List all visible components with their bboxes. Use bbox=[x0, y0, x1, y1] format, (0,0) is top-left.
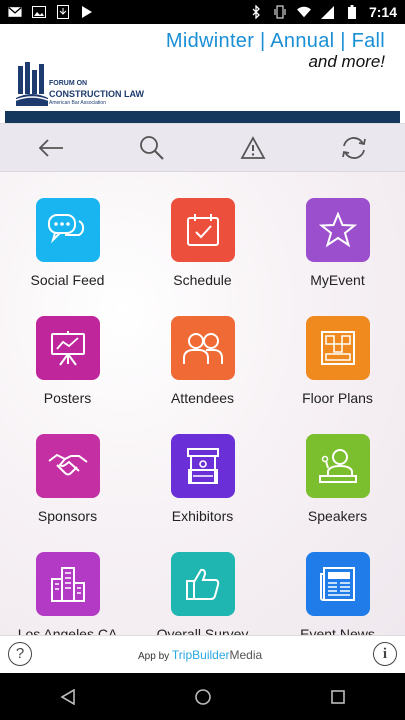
calendar-check-icon bbox=[186, 214, 219, 246]
home-circle-icon bbox=[194, 688, 211, 705]
wifi-icon bbox=[296, 5, 311, 19]
tile-schedule[interactable]: Schedule bbox=[135, 172, 270, 290]
tile-speakers[interactable]: Speakers bbox=[270, 408, 405, 526]
newspaper-icon bbox=[319, 567, 355, 601]
tile-posters[interactable]: Posters bbox=[0, 290, 135, 408]
tile-icon-bg bbox=[170, 552, 235, 616]
info-button[interactable]: i bbox=[373, 642, 397, 666]
star-icon bbox=[318, 212, 357, 248]
booth-icon bbox=[186, 448, 219, 484]
android-nav-bar bbox=[0, 673, 405, 720]
menu-grid: Social Feed Schedule MyEvent Posters Att… bbox=[0, 172, 405, 635]
nav-recents-button[interactable] bbox=[318, 677, 358, 717]
city-buildings-icon bbox=[50, 567, 85, 602]
tile-icon-bg bbox=[35, 434, 100, 498]
tile-icon-bg bbox=[305, 198, 370, 262]
tile-overall-survey[interactable]: Overall Survey bbox=[135, 526, 270, 635]
tile-label: Speakers bbox=[307, 508, 368, 524]
toolbar bbox=[0, 124, 405, 172]
footer: ? App by TripBuilderMedia i bbox=[0, 635, 405, 673]
tile-myevent[interactable]: MyEvent bbox=[270, 172, 405, 290]
speaker-icon bbox=[318, 449, 357, 483]
status-bar: 7:14 bbox=[0, 0, 405, 24]
brand-tripbuilder: TripBuilder bbox=[171, 648, 230, 662]
battery-icon bbox=[345, 5, 359, 19]
download-icon bbox=[56, 5, 70, 19]
refresh-button[interactable] bbox=[334, 128, 374, 168]
tile-label: Sponsors bbox=[37, 508, 98, 524]
help-button[interactable]: ? bbox=[8, 642, 32, 666]
tile-icon-bg bbox=[305, 434, 370, 498]
tile-los-angeles[interactable]: Los Angeles CA bbox=[0, 526, 135, 635]
tile-label: Posters bbox=[43, 390, 92, 406]
bluetooth-icon bbox=[249, 5, 263, 19]
logo-text-aba: American Bar Association bbox=[49, 100, 106, 106]
back-button[interactable] bbox=[31, 128, 71, 168]
alerts-button[interactable] bbox=[233, 128, 273, 168]
tile-icon-bg bbox=[35, 198, 100, 262]
tile-exhibitors[interactable]: Exhibitors bbox=[135, 408, 270, 526]
play-store-icon bbox=[80, 5, 94, 19]
tile-label: Attendees bbox=[170, 390, 235, 406]
floor-plan-icon bbox=[320, 331, 355, 365]
logo-text-construction-law: CONSTRUCTION LAW bbox=[49, 89, 144, 99]
search-icon bbox=[139, 135, 164, 160]
event-banner[interactable]: Midwinter | Annual | Fall and more! FORU… bbox=[0, 24, 405, 124]
alert-icon bbox=[240, 135, 266, 159]
search-button[interactable] bbox=[132, 128, 172, 168]
tile-social-feed[interactable]: Social Feed bbox=[0, 172, 135, 290]
vibrate-icon bbox=[273, 5, 287, 19]
tile-sponsors[interactable]: Sponsors bbox=[0, 408, 135, 526]
tile-icon-bg bbox=[170, 434, 235, 498]
banner-band bbox=[5, 111, 400, 123]
back-arrow-icon bbox=[38, 138, 63, 157]
nav-home-button[interactable] bbox=[183, 677, 223, 717]
image-icon bbox=[32, 5, 46, 19]
gmail-icon bbox=[8, 5, 22, 19]
tile-icon-bg bbox=[35, 552, 100, 616]
brand-media: Media bbox=[229, 648, 263, 662]
banner-subline: and more! bbox=[308, 52, 385, 71]
people-icon bbox=[182, 333, 223, 364]
tile-attendees[interactable]: Attendees bbox=[135, 290, 270, 408]
tile-icon-bg bbox=[170, 198, 235, 262]
tile-label: Event News bbox=[300, 626, 375, 635]
easel-chart-icon bbox=[50, 331, 85, 366]
tile-label: Floor Plans bbox=[302, 390, 373, 406]
banner-headline: Midwinter | Annual | Fall bbox=[165, 30, 385, 52]
app-by-credit[interactable]: App by TripBuilderMedia bbox=[138, 648, 262, 662]
nav-back-button[interactable] bbox=[48, 677, 88, 717]
logo-text-forum: FORUM ON bbox=[49, 80, 88, 87]
status-time: 7:14 bbox=[368, 4, 397, 20]
tile-icon-bg bbox=[305, 552, 370, 616]
tile-icon-bg bbox=[35, 316, 100, 380]
refresh-icon bbox=[342, 136, 367, 159]
thumbs-up-icon bbox=[185, 568, 219, 600]
tile-label: MyEvent bbox=[310, 272, 365, 288]
tile-floor-plans[interactable]: Floor Plans bbox=[270, 290, 405, 408]
tile-label: Social Feed bbox=[30, 272, 105, 288]
back-triangle-icon bbox=[59, 688, 75, 705]
tile-event-news[interactable]: Event News bbox=[270, 526, 405, 635]
tile-label: Overall Survey bbox=[156, 626, 249, 635]
tile-icon-bg bbox=[170, 316, 235, 380]
tile-label: Schedule bbox=[173, 272, 232, 288]
tile-label: Los Angeles CA bbox=[17, 626, 118, 635]
app-by-text: App by bbox=[138, 651, 170, 662]
tile-icon-bg bbox=[305, 316, 370, 380]
chat-bubbles-icon bbox=[47, 214, 84, 244]
handshake-icon bbox=[47, 453, 88, 476]
tile-label: Exhibitors bbox=[171, 508, 234, 524]
signal-icon bbox=[321, 5, 335, 19]
recents-square-icon bbox=[330, 689, 345, 704]
